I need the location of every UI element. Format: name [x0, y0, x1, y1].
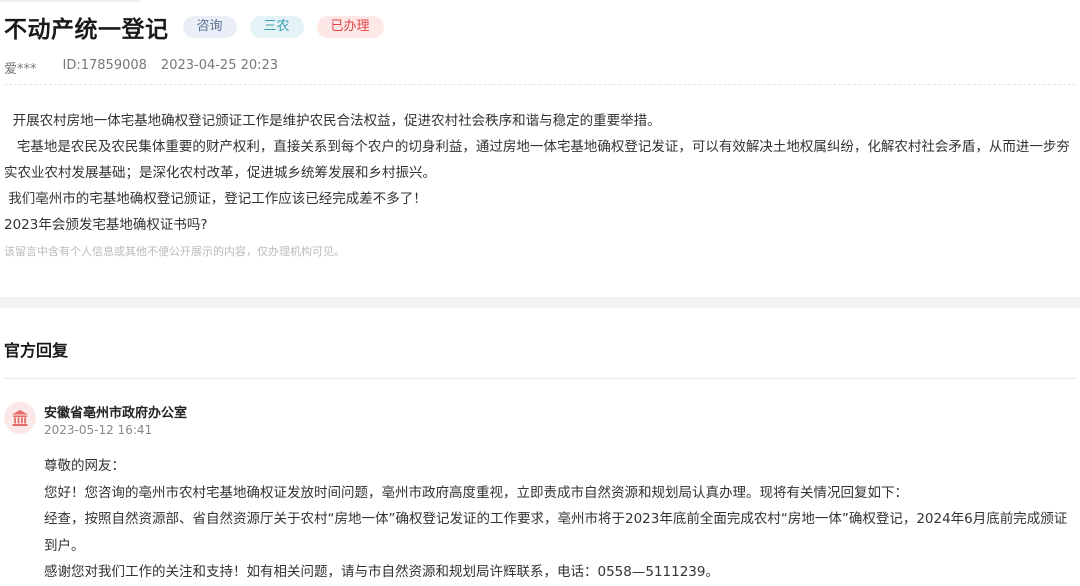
- reply-org-name: 安徽省亳州市政府办公室: [44, 406, 188, 421]
- message-paragraph: 宅基地是农民及农民集体重要的财产权利，直接关系到每个农户的切身利益，通过房地一体…: [4, 139, 1070, 181]
- top-border-fragment: [0, 0, 140, 2]
- message-paragraph: 我们亳州市的宅基地确权登记颁证，登记工作应该已经完成差不多了！: [4, 191, 427, 207]
- message-paragraph: 2023年会颁发宅基地确权证书吗?: [4, 217, 208, 233]
- section-separator: [0, 297, 1080, 308]
- tag-consult[interactable]: 咨询: [182, 16, 237, 38]
- government-building-icon: [4, 402, 36, 434]
- message-header: 不动产统一登记 咨询 三农 已办理: [4, 10, 397, 44]
- message-paragraph: 开展农村房地一体宅基地确权登记颁证工作是维护农民合法权益，促进农村社会秩序和谐与…: [4, 113, 661, 129]
- reply-paragraph: 经查，按照自然资源部、省自然资源厅关于农村“房地一体”确权登记发证的工作要求，亳…: [44, 511, 1068, 554]
- page-title: 不动产统一登记: [4, 17, 169, 43]
- tag-sannong[interactable]: 三农: [249, 16, 304, 38]
- message-date: 2023-04-25 20:23: [160, 58, 279, 73]
- status-badge: 已办理: [316, 16, 384, 38]
- message-meta: 爱*** ID:17859008 2023-04-25 20:23: [4, 58, 278, 77]
- reply-paragraph: 尊敬的网友：: [44, 458, 125, 474]
- message-body: 开展农村房地一体宅基地确权登记颁证工作是维护农民合法权益，促进农村社会秩序和谐与…: [4, 108, 1076, 262]
- official-reply-heading: 官方回复: [4, 341, 69, 360]
- reply-body: 尊敬的网友： 您好！您咨询的亳州市农村宅基地确权证发放时间问题，亳州市政府高度重…: [44, 453, 1078, 586]
- reply-paragraph: 您好！您咨询的亳州市农村宅基地确权证发放时间问题，亳州市政府高度重视，立即责成市…: [44, 484, 908, 501]
- message-id: ID:17859008: [62, 58, 147, 73]
- header-divider: [4, 84, 1076, 85]
- author-name: 爱***: [4, 62, 37, 77]
- reply-date: 2023-05-12 16:41: [44, 423, 153, 437]
- reply-divider: [4, 378, 1076, 379]
- reply-paragraph: 感谢您对我们工作的关注和支持！如有相关问题，请与市自然资源和规划局许辉联系，电话…: [44, 564, 719, 580]
- privacy-notice: 该留言中含有个人信息或其他不便公开展示的内容，仅办理机构可见。: [4, 245, 345, 258]
